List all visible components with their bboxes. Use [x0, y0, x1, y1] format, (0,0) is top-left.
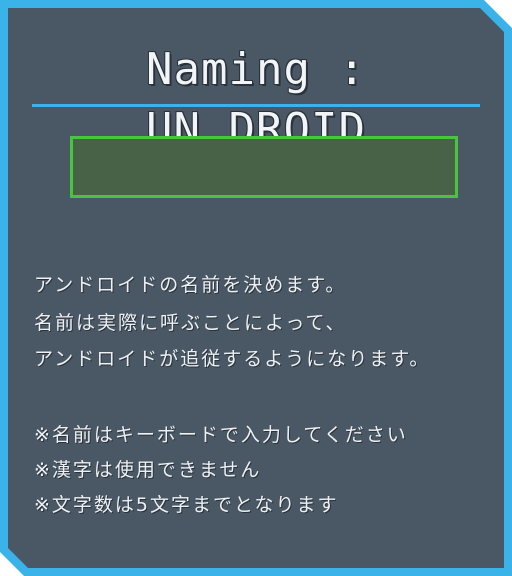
dialog-title: Naming : UN.DROID	[146, 44, 366, 155]
note-line: ※漢字は使用できません	[34, 459, 262, 481]
note-line: ※文字数は5文字までとなります	[34, 494, 339, 516]
description-line: アンドロイドが追従するようになります。	[34, 348, 431, 370]
note-line: ※名前はキーボードで入力してください	[34, 424, 408, 446]
description-line: アンドロイドの名前を決めます。	[34, 274, 347, 296]
description-line: 名前は実際に呼ぶことによって、	[34, 312, 347, 334]
name-input[interactable]	[70, 136, 458, 198]
title-underline	[32, 104, 480, 107]
